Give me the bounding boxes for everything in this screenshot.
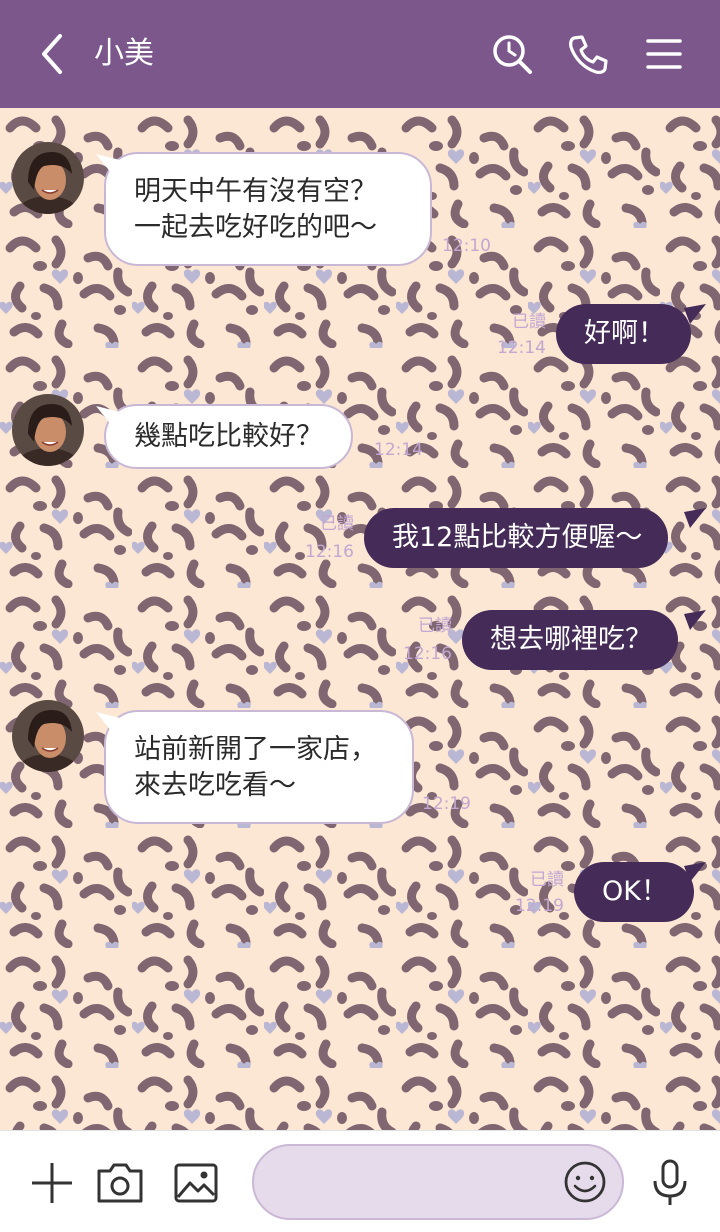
message-line: 站前新開了一家店， [134, 734, 377, 765]
outgoing-message-bubble[interactable]: 我12點比較方便喔～ [364, 508, 669, 568]
contact-avatar[interactable] [12, 394, 84, 466]
avatar-photo [12, 394, 84, 466]
voice-button[interactable] [644, 1157, 696, 1209]
outgoing-message-bubble[interactable]: 想去哪裡吃？ [462, 610, 678, 670]
emoji-button[interactable] [562, 1159, 608, 1205]
camera-icon [97, 1163, 143, 1203]
outgoing-message-bubble[interactable]: OK！ [574, 862, 694, 922]
contact-avatar[interactable] [12, 700, 84, 772]
message-input-bar [0, 1130, 720, 1232]
message-time: 12:14 [497, 338, 546, 358]
message-input-box[interactable] [252, 1144, 624, 1220]
message-time: 12:16 [403, 644, 452, 664]
bubble-tail [684, 304, 706, 324]
message-line: 來去吃吃看～ [134, 770, 296, 801]
call-button[interactable] [564, 30, 612, 78]
read-receipt: 已讀 [418, 616, 452, 636]
emoji-icon [564, 1161, 606, 1203]
image-icon [174, 1163, 218, 1203]
read-receipt: 已讀 [512, 312, 546, 332]
contact-avatar[interactable] [12, 142, 84, 214]
bubble-tail [96, 712, 120, 732]
message-input[interactable] [278, 1162, 548, 1202]
back-button[interactable] [32, 30, 76, 78]
image-button[interactable] [170, 1157, 222, 1209]
back-chevron-icon [42, 34, 62, 74]
message-time: 12:19 [515, 896, 564, 916]
camera-button[interactable] [94, 1157, 146, 1209]
bubble-tail [96, 406, 120, 426]
bubble-tail [96, 154, 120, 174]
bubble-tail [684, 862, 706, 882]
message-time: 12:16 [305, 542, 354, 562]
add-button[interactable] [26, 1157, 78, 1209]
search-button[interactable] [488, 30, 536, 78]
message-time: 12:14 [374, 440, 423, 460]
read-receipt: 已讀 [320, 514, 354, 534]
message-time: 12:19 [422, 794, 471, 814]
message-line: 明天中午有沒有空？ [134, 176, 377, 207]
incoming-message-bubble[interactable]: 站前新開了一家店， 來去吃吃看～ [104, 710, 414, 824]
outgoing-message-bubble[interactable]: 好啊！ [556, 304, 691, 364]
read-receipt: 已讀 [530, 870, 564, 890]
search-icon [493, 35, 532, 74]
plus-icon [32, 1163, 72, 1203]
phone-icon [569, 35, 608, 74]
chat-header: 小美 [0, 0, 720, 108]
avatar-photo [12, 700, 84, 772]
chat-area[interactable]: 明天中午有沒有空？ 一起去吃好吃的吧～ 12:10 已讀 12:14 好啊！ 幾… [0, 108, 720, 1130]
incoming-message-bubble[interactable]: 幾點吃比較好？ [104, 404, 353, 469]
avatar-photo [12, 142, 84, 214]
incoming-message-bubble[interactable]: 明天中午有沒有空？ 一起去吃好吃的吧～ [104, 152, 432, 266]
menu-icon [646, 39, 682, 69]
message-time: 12:10 [442, 236, 491, 256]
bubble-tail [684, 508, 706, 528]
microphone-icon [653, 1159, 687, 1205]
message-line: 幾點吃比較好？ [134, 421, 323, 452]
message-line: 一起去吃好吃的吧～ [134, 212, 377, 243]
bubble-tail [684, 610, 706, 630]
contact-name: 小美 [94, 36, 154, 71]
menu-button[interactable] [640, 30, 688, 78]
